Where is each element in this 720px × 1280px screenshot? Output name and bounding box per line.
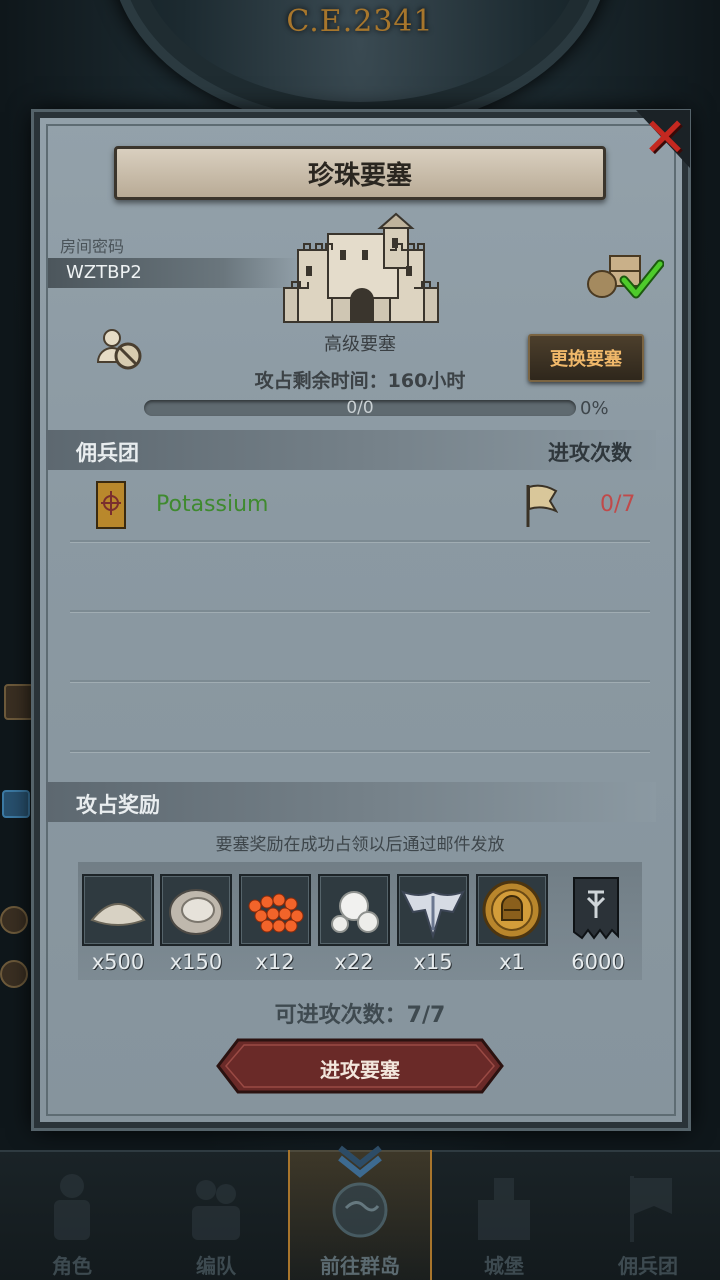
title-banner: 珍珠要塞 xyxy=(114,146,606,200)
mercenary-header: 佣兵团 xyxy=(76,441,139,465)
reward-item[interactable] xyxy=(397,874,469,948)
fish-roe-icon xyxy=(248,893,304,933)
supply-check-icon[interactable] xyxy=(584,252,664,300)
close-icon[interactable]: ✕ xyxy=(640,111,690,165)
nav-label: 佣兵团 xyxy=(618,1254,678,1278)
time-remaining: 攻占剩余时间：160小时 xyxy=(254,370,466,392)
capture-progress-text: 0/0 xyxy=(346,398,374,418)
formation-icon xyxy=(192,1180,240,1240)
attack-fortress-label: 进攻要塞 xyxy=(320,1058,400,1082)
reward-item[interactable] xyxy=(476,874,548,948)
winged-emblem-icon xyxy=(400,890,466,940)
attacks-available: 可进攻次数：7/7 xyxy=(274,1003,446,1028)
attack-fortress-button[interactable]: 进攻要塞 xyxy=(216,1038,504,1094)
era-label: C.E.2341 xyxy=(286,4,434,39)
reward-quantity: x1 xyxy=(499,950,525,974)
side-crossed-swords-icon xyxy=(2,790,30,818)
attack-flag-icon xyxy=(526,484,558,527)
list-divider xyxy=(70,610,650,612)
room-code-label: 房间密码 xyxy=(60,237,125,256)
nav-label: 城堡 xyxy=(484,1254,524,1278)
attack-count-header: 进攻次数 xyxy=(548,441,632,465)
reward-item[interactable] xyxy=(560,874,632,948)
reward-quantity: x150 xyxy=(169,950,223,974)
reward-item[interactable] xyxy=(239,874,311,948)
list-divider xyxy=(70,680,650,682)
reward-quantity: x500 xyxy=(91,950,145,974)
side-target-icon xyxy=(0,906,28,934)
modal-title: 珍珠要塞 xyxy=(307,160,412,191)
nav-label: 编队 xyxy=(196,1254,236,1278)
reward-item[interactable] xyxy=(318,874,390,948)
mercenary-attack-count: 0/7 xyxy=(600,492,636,517)
character-icon xyxy=(54,1174,90,1240)
war-banner-icon xyxy=(573,877,619,940)
knight-medal-icon xyxy=(482,880,542,940)
nav-item-formation[interactable]: 编队 xyxy=(144,1160,288,1280)
nav-item-mercenary[interactable]: 佣兵团 xyxy=(576,1160,720,1280)
mercenary-icon xyxy=(630,1176,672,1242)
mercenary-name: Potassium xyxy=(156,492,269,517)
archipelago-icon xyxy=(332,1182,388,1238)
list-divider xyxy=(70,540,650,542)
list-divider xyxy=(70,750,650,752)
rewards-header: 攻占奖励 xyxy=(76,793,160,817)
reward-quantity: x22 xyxy=(334,950,374,974)
capture-progress-percent: 0% xyxy=(580,398,609,419)
reward-quantity: x12 xyxy=(255,950,295,974)
sand-icon xyxy=(90,903,146,926)
room-code: WZTBP2 xyxy=(66,262,142,283)
side-scroll-icon xyxy=(4,684,34,720)
reward-quantity: 6000 xyxy=(571,950,625,974)
castle-icon xyxy=(478,1178,530,1240)
nav-item-archipelago[interactable]: 前往群岛 xyxy=(288,1160,432,1280)
nav-item-character[interactable]: 角色 xyxy=(0,1160,144,1280)
nav-item-castle[interactable]: 城堡 xyxy=(432,1160,576,1280)
rewards-note: 要塞奖励在成功占领以后通过邮件发放 xyxy=(215,835,505,855)
oyster-icon xyxy=(169,889,223,935)
reward-item[interactable] xyxy=(82,874,154,948)
pearl-icon xyxy=(331,891,379,933)
nav-label: 角色 xyxy=(52,1254,92,1278)
reward-quantity: x15 xyxy=(413,950,453,974)
fortress-icon xyxy=(283,212,439,323)
reward-item[interactable] xyxy=(160,874,232,948)
nav-label: 前往群岛 xyxy=(320,1254,400,1278)
guild-banner-icon xyxy=(96,481,126,529)
side-search-icon xyxy=(0,960,28,988)
